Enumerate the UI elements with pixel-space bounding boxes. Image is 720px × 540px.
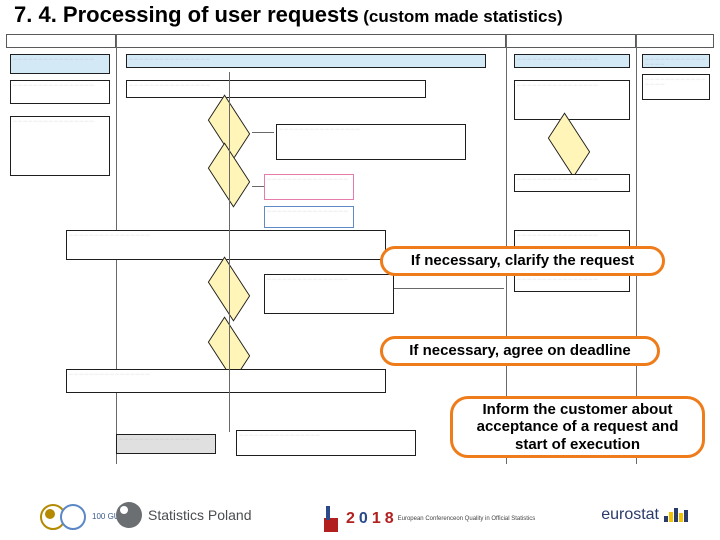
flow-box: — — — — — — — — — — — — — — — — xyxy=(66,369,386,393)
flow-box: — — — — — — — — — — — — — — — — xyxy=(514,274,630,292)
connector xyxy=(229,72,230,432)
flow-box: — — — — — — — — — — — — — — — — xyxy=(66,230,386,260)
flow-box: — — — — — — — — — — — — — — — — xyxy=(514,80,630,120)
slide-title: 7. 4. Processing of user requests (custo… xyxy=(14,2,706,28)
connector xyxy=(252,186,264,187)
lane-header-4 xyxy=(636,34,714,48)
flow-box: — — — — — — — — — — — — — — — — xyxy=(264,174,354,200)
flow-box: — — — — — — — — — — — — — — — — xyxy=(514,54,630,68)
connector xyxy=(394,288,504,289)
callout-clarify: If necessary, clarify the request xyxy=(380,246,665,276)
lane-header-2 xyxy=(116,34,506,48)
lane-header-1 xyxy=(6,34,116,48)
statistics-poland-icon xyxy=(116,502,142,528)
gus-ring-icon xyxy=(60,504,86,530)
statistics-poland-text: Statistics Poland xyxy=(148,507,252,523)
flow-box: — — — — — — — — — — — — — — — — xyxy=(642,74,710,100)
flow-box: — — — — — — — — — — — — — — — — xyxy=(264,206,354,228)
callout-text: If necessary, agree on deadline xyxy=(409,342,630,359)
flow-box: — — — — — — — — — — — — — — — — xyxy=(276,124,466,160)
conference-caption: European Conference xyxy=(398,516,457,522)
callout-text: Inform the customer about acceptance of … xyxy=(463,401,692,453)
flow-box: — — — — — — — — — — — — — — — — xyxy=(116,434,216,454)
flow-box: — — — — — — — — — — — — — — — — xyxy=(126,80,426,98)
logo-eurostat: eurostat xyxy=(601,506,688,524)
logo-gus: 100 GUS xyxy=(40,504,125,530)
lane-header-3 xyxy=(506,34,636,48)
eurostat-bars-icon xyxy=(663,508,688,522)
logo-statistics-poland: Statistics Poland xyxy=(116,502,252,528)
title-main: 7. 4. Processing of user requests xyxy=(14,2,359,27)
flow-box: — — — — — — — — — — — — — — — — xyxy=(126,54,486,68)
logo-conference: 2018 European Conference on Quality in O… xyxy=(320,506,535,532)
flow-box: — — — — — — — — — — — — — — — — xyxy=(514,174,630,192)
flow-box: — — — — — — — — — — — — — — — — xyxy=(10,54,110,74)
conference-year: 2018 xyxy=(346,510,398,528)
callout-deadline: If necessary, agree on deadline xyxy=(380,336,660,366)
flow-box: — — — — — — — — — — — — — — — — xyxy=(642,54,710,68)
footer: 100 GUS Statistics Poland 2018 European … xyxy=(0,490,720,534)
eurostat-text: eurostat xyxy=(601,506,659,524)
callout-inform: Inform the customer about acceptance of … xyxy=(450,396,705,458)
flow-box: — — — — — — — — — — — — — — — — xyxy=(264,274,394,314)
connector xyxy=(252,132,274,133)
flow-box: — — — — — — — — — — — — — — — — xyxy=(10,116,110,176)
decision-diamond xyxy=(546,130,592,160)
flow-box: — — — — — — — — — — — — — — — — xyxy=(236,430,416,456)
title-sub: (custom made statistics) xyxy=(363,7,562,26)
flow-box: — — — — — — — — — — — — — — — — xyxy=(10,80,110,104)
conference-icon xyxy=(320,506,342,532)
callout-text: If necessary, clarify the request xyxy=(411,252,634,269)
conference-caption: on Quality in Official Statistics xyxy=(456,516,535,522)
